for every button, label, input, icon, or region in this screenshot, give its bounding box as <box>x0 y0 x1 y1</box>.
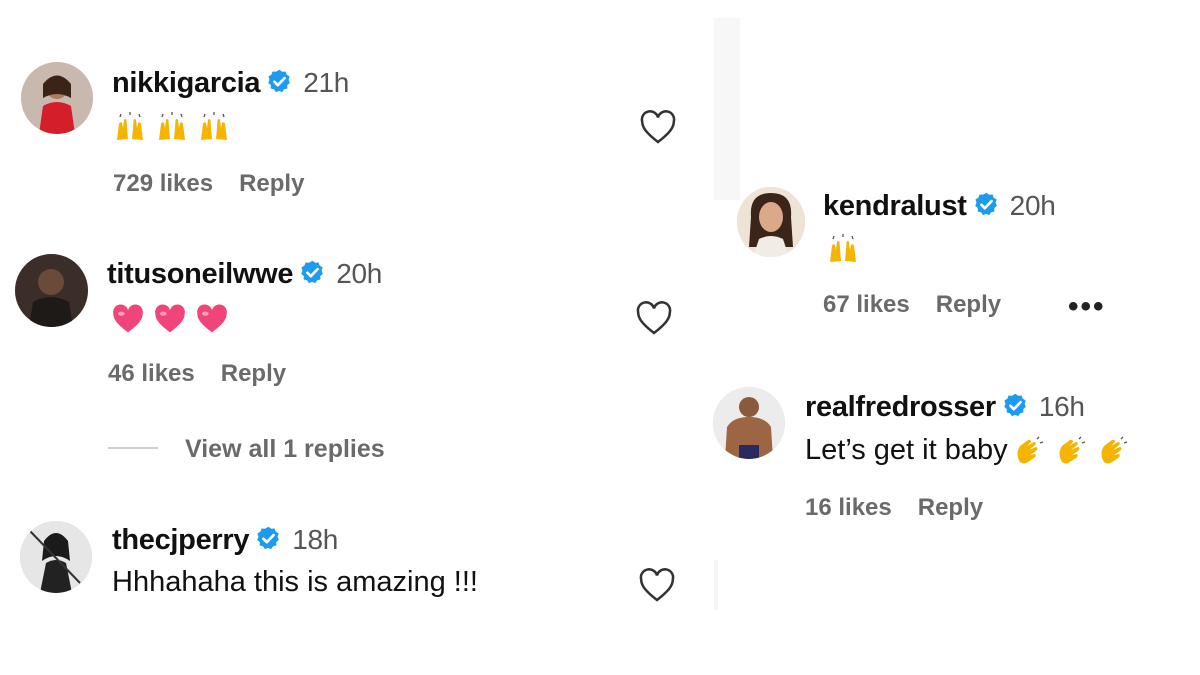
avatar[interactable] <box>21 62 93 134</box>
like-heart-icon[interactable] <box>638 567 676 603</box>
verified-badge-icon <box>1002 392 1029 419</box>
likes-count[interactable]: 67 likes <box>823 291 910 318</box>
username[interactable]: realfredrosser 16h <box>805 391 1085 424</box>
timestamp: 20h <box>1009 190 1056 221</box>
avatar[interactable] <box>20 521 92 593</box>
comment-meta: 46 likes Reply <box>108 360 312 388</box>
comment-text-body: Let’s get it baby <box>805 434 1008 466</box>
raising-hands-icon <box>114 112 146 142</box>
background-panel <box>714 18 740 200</box>
username-text[interactable]: thecjperry <box>112 524 250 556</box>
avatar[interactable] <box>737 187 805 257</box>
comment-text <box>112 302 238 335</box>
timestamp: 16h <box>1038 391 1085 422</box>
comment-meta: 67 likes Reply <box>823 291 1027 319</box>
comment-text: Let’s get it baby <box>805 434 1138 467</box>
comment-text: Hhhahaha this is amazing !!! <box>112 566 478 598</box>
verified-badge-icon <box>299 259 326 286</box>
raising-hands-icon <box>827 234 859 264</box>
username[interactable]: nikkigarcia 21h <box>112 67 349 100</box>
comment-text <box>114 110 240 143</box>
more-options-icon[interactable]: ••• <box>1068 290 1106 324</box>
reply-button[interactable]: Reply <box>936 291 1001 318</box>
raising-hands-icon <box>198 112 230 142</box>
avatar[interactable] <box>15 254 88 327</box>
clapping-hands-icon <box>1096 436 1128 466</box>
comment-meta: 16 likes Reply <box>805 494 1009 522</box>
like-heart-icon[interactable] <box>635 300 673 336</box>
comment-text <box>827 232 869 265</box>
avatar[interactable] <box>713 387 785 459</box>
reply-button[interactable]: Reply <box>221 360 286 387</box>
username[interactable]: thecjperry 18h <box>112 524 338 557</box>
raising-hands-icon <box>156 112 188 142</box>
timestamp: 18h <box>292 524 339 555</box>
likes-count[interactable]: 46 likes <box>108 360 195 387</box>
likes-count[interactable]: 16 likes <box>805 494 892 521</box>
pink-heart-icon <box>154 304 186 334</box>
clapping-hands-icon <box>1012 436 1044 466</box>
background-panel <box>714 560 718 610</box>
username[interactable]: kendralust 20h <box>823 190 1056 223</box>
comment-meta: 729 likes Reply <box>113 170 330 198</box>
clapping-hands-icon <box>1054 436 1086 466</box>
verified-badge-icon <box>266 68 293 95</box>
likes-count[interactable]: 729 likes <box>113 170 213 197</box>
pink-heart-icon <box>112 304 144 334</box>
like-heart-icon[interactable] <box>639 109 677 145</box>
verified-badge-icon <box>973 191 1000 218</box>
reply-button[interactable]: Reply <box>918 494 983 521</box>
reply-button[interactable]: Reply <box>239 170 304 197</box>
username[interactable]: titusoneilwwe 20h <box>107 258 382 291</box>
username-text[interactable]: realfredrosser <box>805 391 996 423</box>
pink-heart-icon <box>196 304 228 334</box>
username-text[interactable]: nikkigarcia <box>112 67 261 99</box>
timestamp: 21h <box>303 67 350 98</box>
username-text[interactable]: kendralust <box>823 190 967 222</box>
replies-divider <box>108 447 158 449</box>
username-text[interactable]: titusoneilwwe <box>107 258 294 290</box>
verified-badge-icon <box>255 525 282 552</box>
timestamp: 20h <box>336 258 383 289</box>
view-replies-button[interactable]: View all 1 replies <box>185 435 385 464</box>
